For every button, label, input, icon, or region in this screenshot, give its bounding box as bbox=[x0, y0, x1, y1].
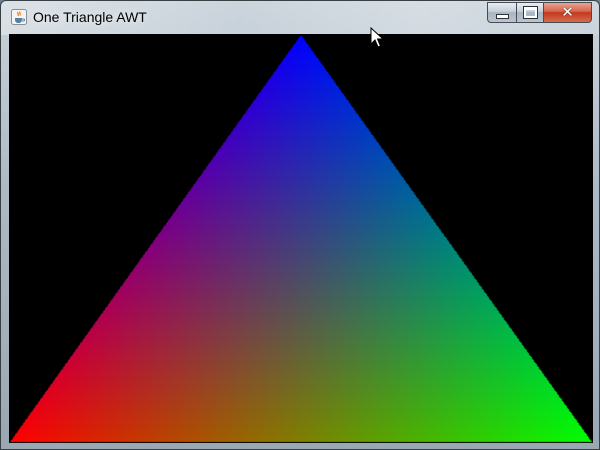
maximize-icon bbox=[522, 6, 538, 19]
mouse-pointer-icon bbox=[370, 27, 384, 48]
render-canvas-area[interactable] bbox=[9, 34, 593, 443]
maximize-button[interactable] bbox=[516, 2, 543, 23]
window-title: One Triangle AWT bbox=[33, 9, 147, 25]
minimize-button[interactable] bbox=[487, 2, 516, 23]
color-triangle bbox=[9, 34, 593, 443]
window-controls: ✕ bbox=[487, 2, 592, 23]
close-button[interactable]: ✕ bbox=[543, 2, 592, 23]
close-icon: ✕ bbox=[561, 3, 574, 21]
application-window: One Triangle AWT ✕ bbox=[0, 0, 600, 450]
java-cup-icon[interactable] bbox=[11, 9, 27, 25]
title-bar[interactable]: One Triangle AWT ✕ bbox=[1, 1, 599, 35]
minimize-icon bbox=[495, 13, 509, 19]
